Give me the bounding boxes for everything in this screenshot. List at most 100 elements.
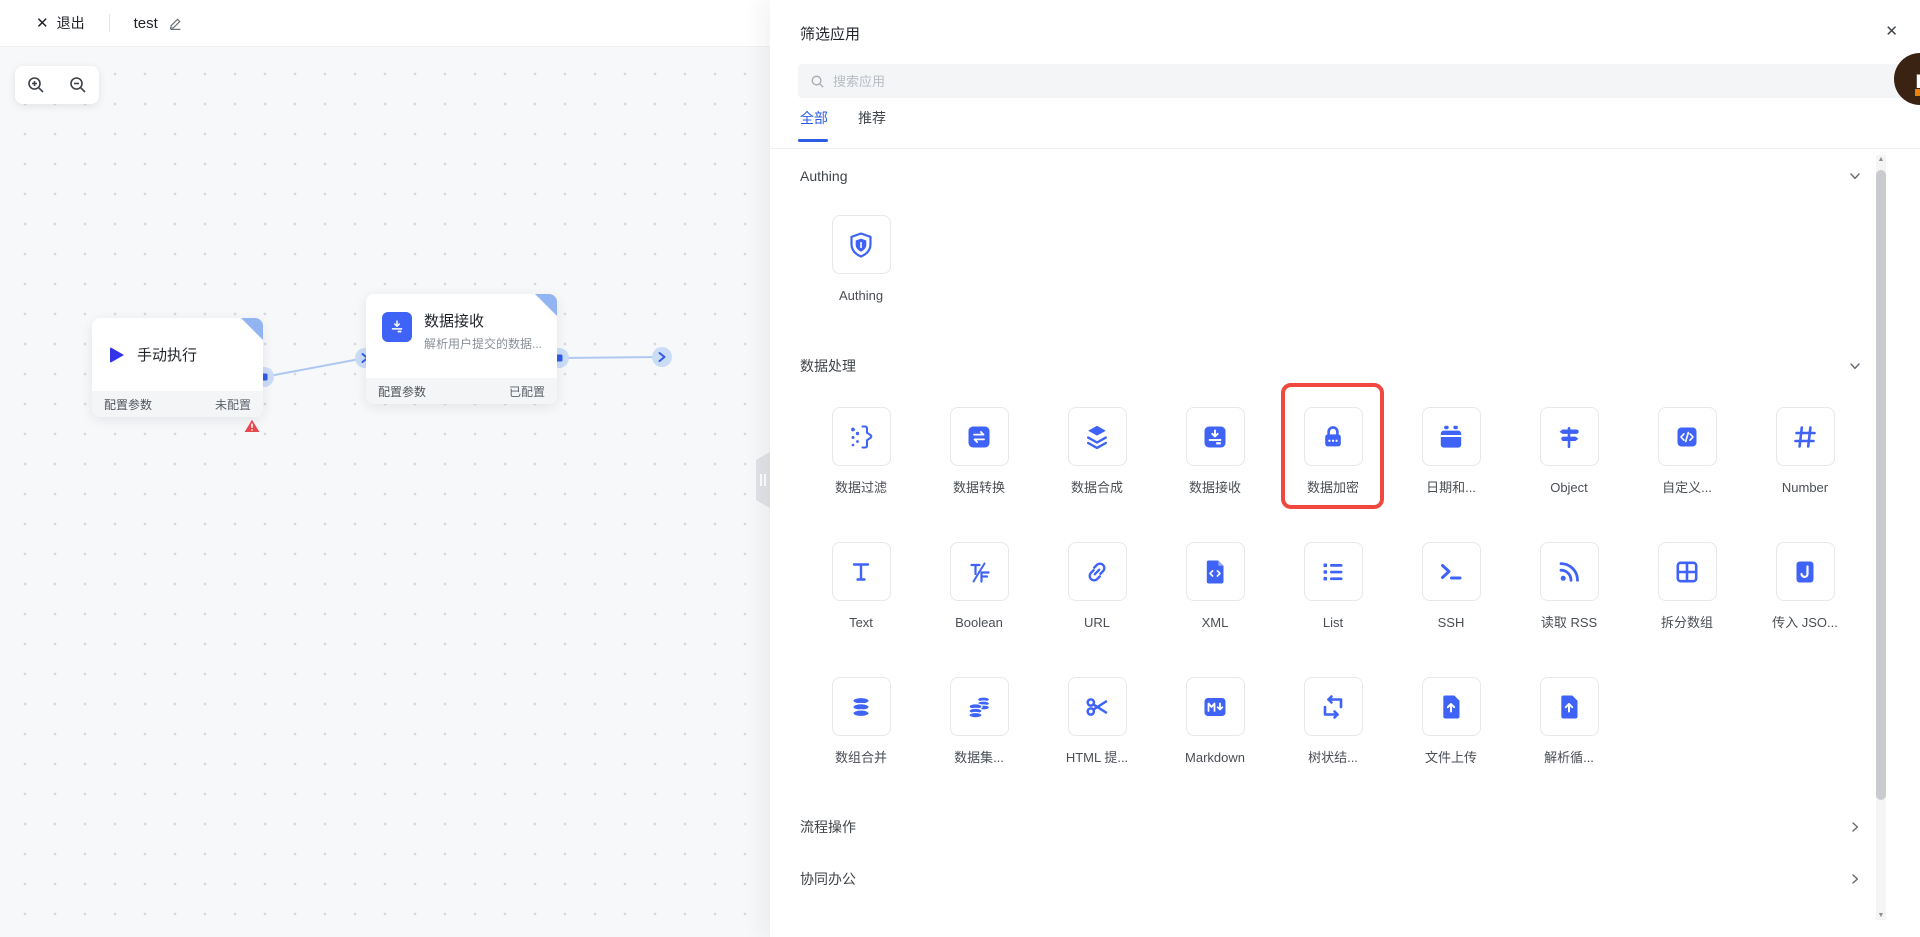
tab-all[interactable]: 全部 xyxy=(800,108,828,142)
app-card[interactable] xyxy=(1304,542,1363,601)
app-card[interactable] xyxy=(1304,677,1363,736)
app-item[interactable]: XML xyxy=(1156,542,1274,631)
workflow-canvas[interactable]: 手动执行 配置参数 未配置 数据接收 解析用户提交的数据... 配置参 xyxy=(0,47,770,937)
list-icon xyxy=(1318,557,1348,587)
app-item[interactable]: 传入 JSO... xyxy=(1746,542,1864,631)
app-item[interactable]: 日期和... xyxy=(1392,407,1510,496)
app-card[interactable] xyxy=(950,542,1009,601)
app-item[interactable]: SSH xyxy=(1392,542,1510,631)
section-title: 流程操作 xyxy=(800,817,856,837)
chevron-right-icon[interactable] xyxy=(1848,820,1862,834)
app-card[interactable] xyxy=(1068,407,1127,466)
app-card[interactable] xyxy=(1776,407,1835,466)
app-card[interactable] xyxy=(950,677,1009,736)
app-item[interactable]: 自定义... xyxy=(1628,407,1746,496)
section-header[interactable]: 流程操作 xyxy=(800,817,1890,837)
app-label: 数据加密 xyxy=(1307,480,1359,496)
scrollbar[interactable]: ▲ ▼ xyxy=(1876,155,1886,920)
app-item[interactable]: URL xyxy=(1038,542,1156,631)
app-card[interactable] xyxy=(1186,677,1245,736)
app-card[interactable] xyxy=(1422,677,1481,736)
app-item[interactable]: List xyxy=(1274,542,1392,631)
node-fold-corner xyxy=(241,318,263,340)
app-item[interactable]: 数据合成 xyxy=(1038,407,1156,496)
app-item[interactable]: HTML 提... xyxy=(1038,677,1156,766)
app-card[interactable] xyxy=(832,542,891,601)
section-header[interactable]: Authing xyxy=(800,168,1890,184)
boolean-icon xyxy=(964,557,994,587)
zoom-in-icon[interactable] xyxy=(15,66,57,104)
section-title: 数据处理 xyxy=(800,356,856,376)
app-item[interactable]: 文件上传 xyxy=(1392,677,1510,766)
search-input[interactable] xyxy=(833,74,1894,89)
app-card[interactable] xyxy=(1068,542,1127,601)
app-card[interactable] xyxy=(1658,542,1717,601)
app-label: URL xyxy=(1084,615,1110,631)
app-item[interactable]: 数据过滤 xyxy=(802,407,920,496)
exit-button[interactable]: 退出 xyxy=(57,13,85,33)
app-item[interactable]: 数据转换 xyxy=(920,407,1038,496)
app-card[interactable] xyxy=(1540,677,1599,736)
scissors-icon xyxy=(1082,692,1112,722)
app-card[interactable] xyxy=(1422,407,1481,466)
text-icon xyxy=(846,557,876,587)
chevron-down-icon[interactable] xyxy=(1848,359,1862,373)
panel-close-icon[interactable]: ✕ xyxy=(1885,22,1898,40)
receive-icon xyxy=(1200,422,1230,452)
hash-icon xyxy=(1790,422,1820,452)
panel-collapse-handle[interactable] xyxy=(756,452,770,508)
section-header[interactable]: 数据处理 xyxy=(800,356,1890,376)
app-card[interactable] xyxy=(1186,542,1245,601)
app-card[interactable] xyxy=(1776,542,1835,601)
app-item[interactable]: Text xyxy=(802,542,920,631)
app-card[interactable] xyxy=(1422,542,1481,601)
app-item[interactable]: 数据加密 xyxy=(1274,407,1392,496)
app-label: Boolean xyxy=(955,615,1003,631)
app-item[interactable]: Authing xyxy=(802,215,920,304)
scrollbar-thumb[interactable] xyxy=(1876,170,1886,800)
app-item[interactable]: 拆分数组 xyxy=(1628,542,1746,631)
app-item[interactable]: 读取 RSS xyxy=(1510,542,1628,631)
chevron-down-icon[interactable] xyxy=(1848,169,1862,183)
app-card[interactable] xyxy=(1540,542,1599,601)
app-card[interactable] xyxy=(1540,407,1599,466)
app-label: 文件上传 xyxy=(1425,750,1477,766)
app-item[interactable]: Boolean xyxy=(920,542,1038,631)
app-card[interactable] xyxy=(1186,407,1245,466)
app-label: 数据接收 xyxy=(1189,480,1241,496)
section-header[interactable]: 协同办公 xyxy=(800,869,1890,889)
app-item[interactable]: 树状结... xyxy=(1274,677,1392,766)
app-item[interactable]: 数组合并 xyxy=(802,677,920,766)
tab-recommended[interactable]: 推荐 xyxy=(858,108,886,142)
app-item[interactable]: 数据集... xyxy=(920,677,1038,766)
scroll-up-icon[interactable]: ▲ xyxy=(1876,156,1886,163)
app-card[interactable] xyxy=(832,215,891,274)
app-card[interactable] xyxy=(1304,407,1363,466)
chevron-right-icon[interactable] xyxy=(1848,872,1862,886)
play-icon xyxy=(110,347,124,363)
app-item[interactable]: 数据接收 xyxy=(1156,407,1274,496)
exit-close-icon[interactable]: ✕ xyxy=(36,14,49,32)
app-label: 数组合并 xyxy=(835,750,887,766)
edit-pencil-icon[interactable] xyxy=(168,16,183,31)
app-item[interactable]: Object xyxy=(1510,407,1628,496)
app-card[interactable] xyxy=(832,407,891,466)
zoom-controls xyxy=(15,66,99,104)
node-config-bar: 配置参数 未配置 xyxy=(92,391,263,417)
app-card[interactable] xyxy=(950,407,1009,466)
app-card[interactable] xyxy=(1068,677,1127,736)
scroll-down-icon[interactable]: ▼ xyxy=(1876,912,1886,919)
app-item[interactable]: 解析循... xyxy=(1510,677,1628,766)
search-box[interactable] xyxy=(798,64,1906,98)
zoom-out-icon[interactable] xyxy=(57,66,99,104)
app-label: 数据过滤 xyxy=(835,480,887,496)
node-title: 手动执行 xyxy=(137,344,197,365)
app-item[interactable]: Number xyxy=(1746,407,1864,496)
node-data-receive[interactable]: 数据接收 解析用户提交的数据... 配置参数 已配置 xyxy=(366,294,557,404)
app-label: 树状结... xyxy=(1308,750,1358,766)
app-card[interactable] xyxy=(1658,407,1717,466)
app-item[interactable]: Markdown xyxy=(1156,677,1274,766)
node-manual-run[interactable]: 手动执行 配置参数 未配置 xyxy=(92,318,263,417)
app-card[interactable] xyxy=(832,677,891,736)
loop-arrows-icon xyxy=(1318,692,1348,722)
